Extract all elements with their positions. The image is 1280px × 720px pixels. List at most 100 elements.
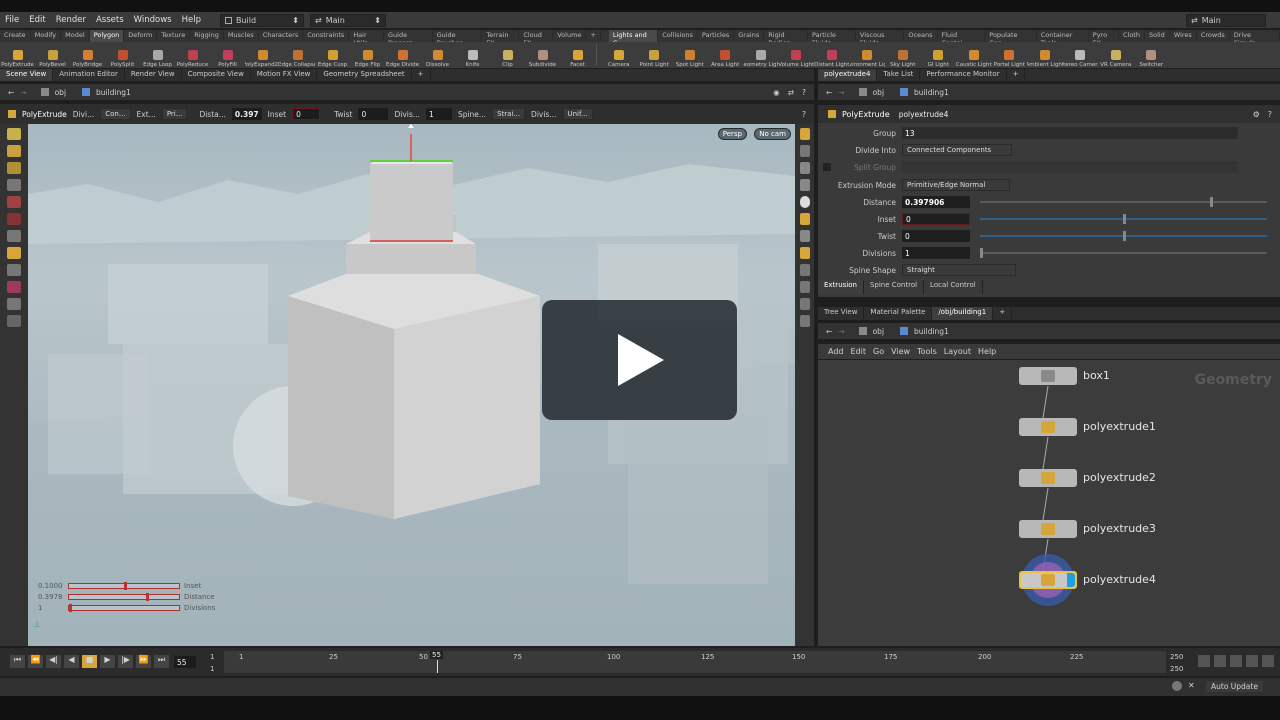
menu-render[interactable]: Render <box>51 15 91 25</box>
end-frame-2[interactable]: 250 <box>1170 665 1183 673</box>
twist-field[interactable]: 0 <box>358 108 389 120</box>
path-node[interactable]: building1 <box>96 88 131 97</box>
shelf-tool-geometry-light-button[interactable]: Geometry Light <box>743 42 779 68</box>
forward-arrow-icon[interactable]: → <box>20 88 26 97</box>
settings-icon[interactable] <box>1262 655 1274 667</box>
shelf-tab-solid[interactable]: Solid <box>1145 30 1170 42</box>
jump-end-icon[interactable]: ⏭ <box>154 655 169 668</box>
menu-help[interactable]: Help <box>177 15 206 25</box>
display-options-icon[interactable] <box>799 128 810 140</box>
shelf-tool-stereo-camera-button[interactable]: Stereo Camera <box>1063 42 1098 68</box>
tab-animation-editor[interactable]: Animation Editor <box>53 69 125 81</box>
tab-render-view[interactable]: Render View <box>125 69 182 81</box>
lock-icon[interactable] <box>799 162 810 174</box>
node-box1[interactable] <box>1019 367 1077 385</box>
path-root[interactable]: obj <box>873 327 884 336</box>
shelf-tab-container-tools[interactable]: Container Tools <box>1037 30 1089 47</box>
step-back-key-icon[interactable]: ⏪ <box>28 655 43 668</box>
shelf-tool-spot-light-button[interactable]: Spot Light <box>672 42 708 68</box>
normals-icon[interactable] <box>799 264 810 276</box>
tab-tree-view[interactable]: Tree View <box>818 307 865 320</box>
shelf-tab-terrain-fx[interactable]: Terrain FX <box>482 30 520 47</box>
shelf-tab-rigid-bodies[interactable]: Rigid Bodies <box>764 30 808 47</box>
step-back-icon[interactable]: ◀| <box>46 655 61 668</box>
shelf-tab-cloth[interactable]: Cloth <box>1119 30 1145 42</box>
menu-go[interactable]: Go <box>873 347 884 356</box>
node-polyextrude2[interactable] <box>1019 469 1077 487</box>
tab-spine-control[interactable]: Spine Control <box>864 280 925 294</box>
end-frame[interactable]: 250 <box>1170 653 1183 661</box>
tab-material-palette[interactable]: Material Palette <box>864 307 933 320</box>
stop-icon[interactable]: ■ <box>82 655 97 668</box>
grid-icon[interactable] <box>799 315 810 327</box>
node-polyextrude4[interactable] <box>1019 571 1077 589</box>
shelf-tab-guide-brushes[interactable]: Guide Brushes <box>433 30 483 47</box>
shelf-tab-particles[interactable]: Particles <box>698 30 735 42</box>
shelf-tool-polyexpand2d-button[interactable]: PolyExpand2D <box>245 42 280 68</box>
shelf-tool-facet-button[interactable]: Facet <box>560 42 595 68</box>
right-session-select[interactable]: ⇄ Main <box>1186 13 1266 27</box>
arrow-tool-icon[interactable] <box>7 179 21 191</box>
view-tool-icon[interactable] <box>7 298 21 310</box>
add-pane-tab-icon[interactable]: + <box>412 69 431 81</box>
back-arrow-icon[interactable]: ← <box>826 327 832 336</box>
shelf-tab-constraints[interactable]: Constraints <box>303 30 350 42</box>
tab-take-list[interactable]: Take List <box>877 69 921 81</box>
shelf-tool-area-light-button[interactable]: Area Light <box>708 42 744 68</box>
tab-composite-view[interactable]: Composite View <box>182 69 251 81</box>
menu-edit[interactable]: Edit <box>851 347 867 356</box>
divisions-field[interactable]: 1 <box>425 108 452 120</box>
shelf-tool-polyextrude-button[interactable]: PolyExtrude <box>0 42 35 68</box>
divide-combo[interactable]: Con... <box>100 108 131 120</box>
shelf-tool-polybridge-button[interactable]: PolyBridge <box>70 42 105 68</box>
shelf-tab-lights[interactable]: Lights and C... <box>608 30 659 47</box>
shelf-tool-clip-button[interactable]: Clip <box>490 42 525 68</box>
frame-field[interactable]: 55 <box>174 656 196 668</box>
twist-value-field[interactable]: 0 <box>902 230 970 242</box>
persp-menu[interactable]: Persp <box>717 128 747 140</box>
shelf-tab-wires[interactable]: Wires <box>1170 30 1197 42</box>
forward-arrow-icon[interactable]: → <box>838 327 844 336</box>
shelf-tool-ambient-light-button[interactable]: Ambient Light <box>1027 42 1063 68</box>
points-mode-icon[interactable] <box>7 145 21 157</box>
start-frame[interactable]: 1 <box>210 653 214 661</box>
divisions-handle-bar[interactable] <box>68 603 180 612</box>
wire-icon[interactable] <box>799 247 810 259</box>
shelf-tool-polysplit-button[interactable]: PolySplit <box>105 42 140 68</box>
shelf-tool-switcher-button[interactable]: Switcher <box>1134 42 1170 68</box>
menu-add[interactable]: Add <box>828 347 844 356</box>
shelf-tab-fluid-containers[interactable]: Fluid Contai... <box>938 30 986 47</box>
inset-handle-bar[interactable] <box>68 581 180 590</box>
key-icon[interactable] <box>1198 655 1210 667</box>
cloud-icon[interactable] <box>1172 681 1182 691</box>
select-mode-icon[interactable] <box>7 128 21 140</box>
points-icon[interactable] <box>799 281 810 293</box>
distance-value-field[interactable]: 0.397906 <box>902 196 970 208</box>
shelf-tool-polyfill-button[interactable]: PolyFill <box>210 42 245 68</box>
menu-edit[interactable]: Edit <box>24 15 50 25</box>
tab-parameters[interactable]: polyextrude4 <box>818 69 878 81</box>
help-icon[interactable]: ? <box>802 88 806 97</box>
jump-start-icon[interactable]: ⏮ <box>10 655 25 668</box>
shelf-tab-rigging[interactable]: Rigging <box>190 30 224 42</box>
auto-update-menu[interactable]: Auto Update <box>1206 681 1263 692</box>
shelf-tool-edge-divide-button[interactable]: Edge Divide <box>385 42 420 68</box>
tab-extrusion[interactable]: Extrusion <box>818 280 864 294</box>
snap-icon[interactable] <box>799 230 810 242</box>
shelf-tab-oceans[interactable]: Oceans <box>904 30 938 42</box>
shelf-tab-model[interactable]: Model <box>61 30 90 42</box>
shelf-tab-populate[interactable]: Populate Con... <box>985 30 1037 47</box>
shelf-tool-environment-light-button[interactable]: Environment Light <box>850 42 885 68</box>
shading-icon[interactable] <box>799 196 810 208</box>
shelf-tab-grains[interactable]: Grains <box>734 30 765 42</box>
menu-assets[interactable]: Assets <box>91 15 129 25</box>
distance-slider-knob[interactable] <box>1209 197 1213 207</box>
shelf-tool-polyreduce-button[interactable]: PolyReduce <box>175 42 210 68</box>
spine-combo[interactable]: Strai... <box>492 108 526 120</box>
step-forward-key-icon[interactable]: ⏩ <box>136 655 151 668</box>
shelf-tool-knife-button[interactable]: Knife <box>455 42 490 68</box>
path-root[interactable]: obj <box>873 88 884 97</box>
shelf-tool-polybevel-button[interactable]: PolyBevel <box>35 42 70 68</box>
shelf-tab-volume[interactable]: Volume <box>553 30 587 42</box>
shelf-tool-volume-light-button[interactable]: Volume Light <box>779 42 814 68</box>
